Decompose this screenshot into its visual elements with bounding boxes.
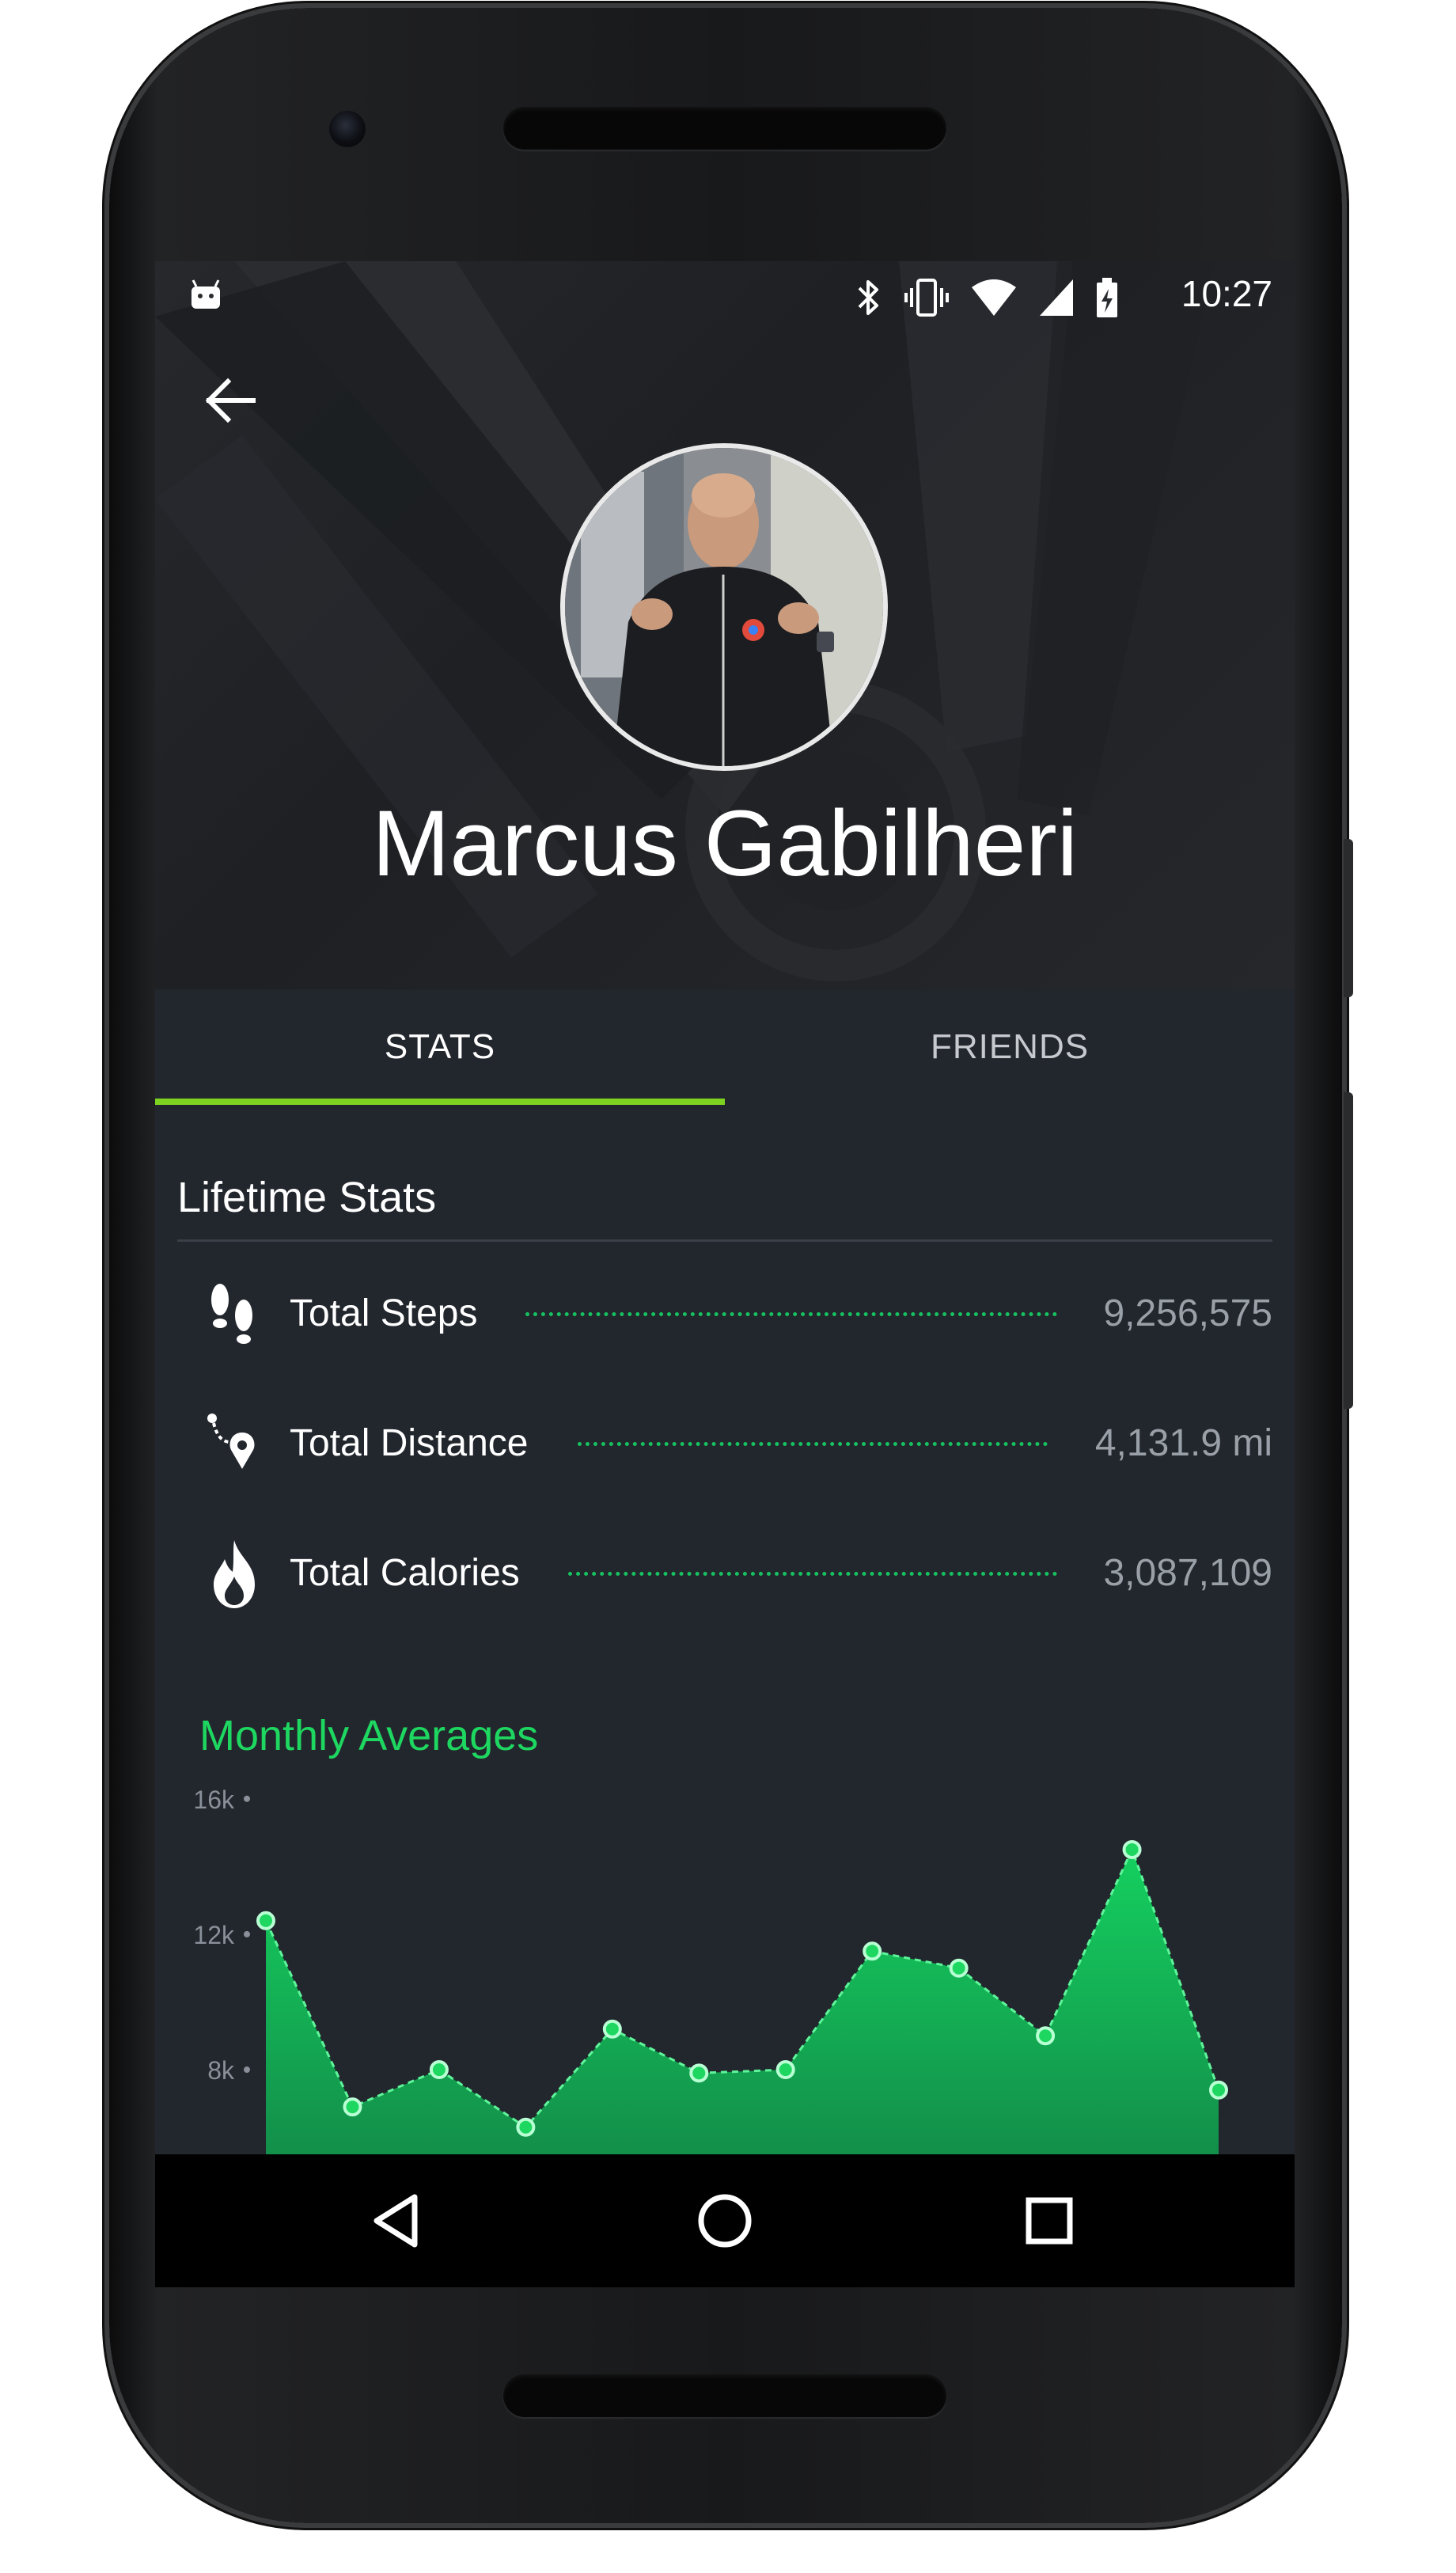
stat-row-distance: Total Distance 4,131.9 mi [203,1406,1272,1493]
data-point[interactable] [343,2097,362,2117]
data-point[interactable] [863,1941,882,1961]
profile-header: 10:27 Marcus Gabilheri [155,261,1295,989]
route-pin-icon [207,1414,255,1469]
y-tick-mark [244,2066,250,2074]
data-point[interactable] [1209,2080,1228,2100]
avatar-photo [565,448,883,766]
power-button [1344,839,1353,997]
top-speaker [503,107,946,150]
status-bar: 10:27 [155,261,1295,332]
arrow-back-icon[interactable] [199,369,263,432]
y-tick-label: 12k [193,1921,235,1949]
stat-label: Total Steps [290,1292,478,1334]
section-divider [177,1239,1272,1242]
y-tick-mark [244,1795,250,1802]
stat-value: 3,087,109 [1103,1552,1272,1594]
data-point[interactable] [689,2063,709,2083]
stat-row-calories: Total Calories 3,087,109 [203,1535,1272,1622]
stat-value: 9,256,575 [1103,1292,1272,1334]
signal-icon [1040,279,1073,316]
stat-label: Total Calories [290,1552,520,1594]
bluetooth-icon [858,280,878,315]
stat-value: 4,131.9 mi [1094,1422,1272,1464]
profile-name: Marcus Gabilheri [372,791,1078,896]
battery-charging-icon [1097,278,1117,317]
home-circle-icon[interactable] [685,2181,764,2260]
avatar [560,443,888,771]
tab-friends[interactable]: FRIENDS [725,989,1295,1105]
y-tick-mark [244,1930,250,1937]
tab-bar: STATS FRIENDS [155,989,1295,1105]
tab-stats[interactable]: STATS [155,989,725,1105]
data-point[interactable] [1036,2026,1056,2046]
stat-label: Total Distance [290,1422,529,1464]
footsteps-icon [211,1284,252,1344]
flame-icon [214,1540,255,1608]
data-point[interactable] [949,1958,969,1978]
data-point[interactable] [602,2019,622,2039]
dotted-leader [525,1312,1057,1316]
app-screen: 10:27 Marcus Gabilheri STATS FRIENDS Lif… [155,261,1295,2287]
dotted-leader [578,1442,1048,1446]
data-point[interactable] [429,2060,449,2080]
data-point[interactable] [256,1911,275,1930]
monthly-averages-title: Monthly Averages [199,1712,539,1759]
stat-row-steps: Total Steps 9,256,575 [203,1276,1272,1363]
data-point[interactable] [516,2117,536,2137]
series-area [266,1849,1219,2154]
vibrate-icon [904,279,949,317]
data-point[interactable] [1122,1839,1142,1859]
back-triangle-icon[interactable] [359,2181,438,2260]
recents-square-icon[interactable] [1010,2181,1089,2260]
monthly-averages-chart: 16k 12k 8k [193,1786,1228,2154]
volume-button [1344,1092,1353,1409]
bottom-speaker [503,2374,946,2417]
tab-indicator [155,1099,725,1105]
y-tick-label: 8k [207,2056,235,2085]
navigation-bar [155,2154,1295,2287]
y-tick-label: 16k [193,1786,235,1814]
android-notification-icon [191,279,220,309]
dotted-leader [568,1572,1057,1576]
front-camera [329,111,366,147]
lifetime-stats-title: Lifetime Stats [177,1174,437,1221]
status-time: 10:27 [1181,273,1272,314]
wifi-icon [972,279,1016,316]
data-point[interactable] [775,2060,795,2080]
